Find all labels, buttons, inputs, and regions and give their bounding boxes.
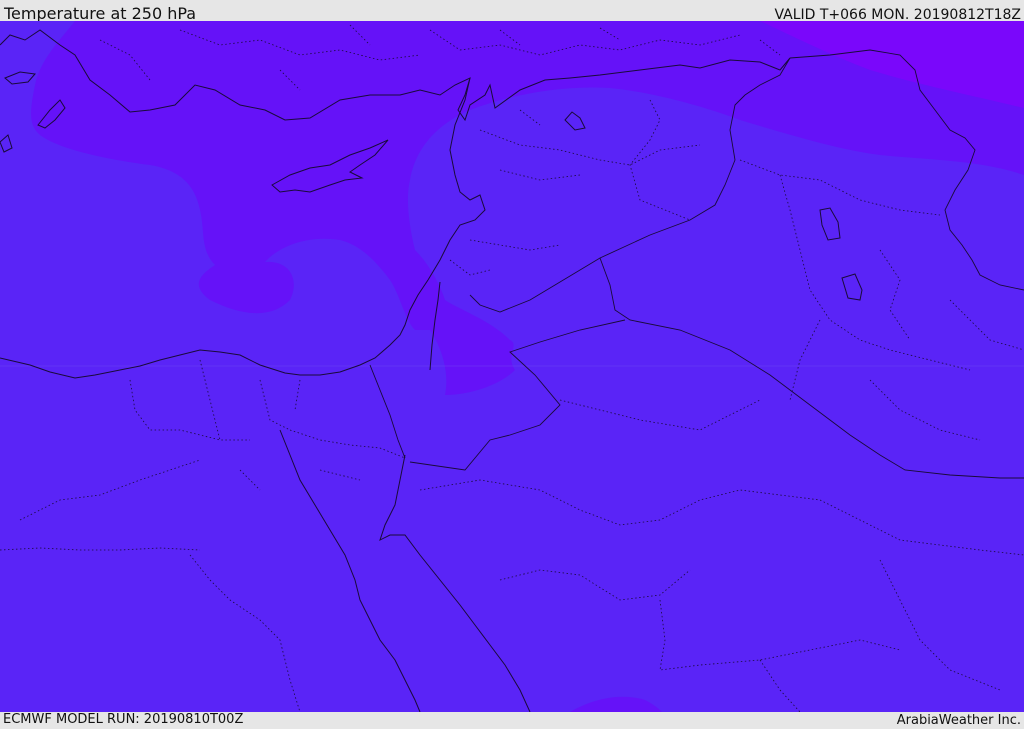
credit: ArabiaWeather Inc. xyxy=(896,713,1021,728)
temperature-map[interactable] xyxy=(0,21,1024,712)
model-run: ECMWF MODEL RUN: 20190810T00Z xyxy=(3,712,244,727)
map-footer: ECMWF MODEL RUN: 20190810T00Z ArabiaWeat… xyxy=(0,712,1024,729)
map-canvas xyxy=(0,21,1024,712)
map-header: Temperature at 250 hPa VALID T+066 MON. … xyxy=(0,0,1024,23)
